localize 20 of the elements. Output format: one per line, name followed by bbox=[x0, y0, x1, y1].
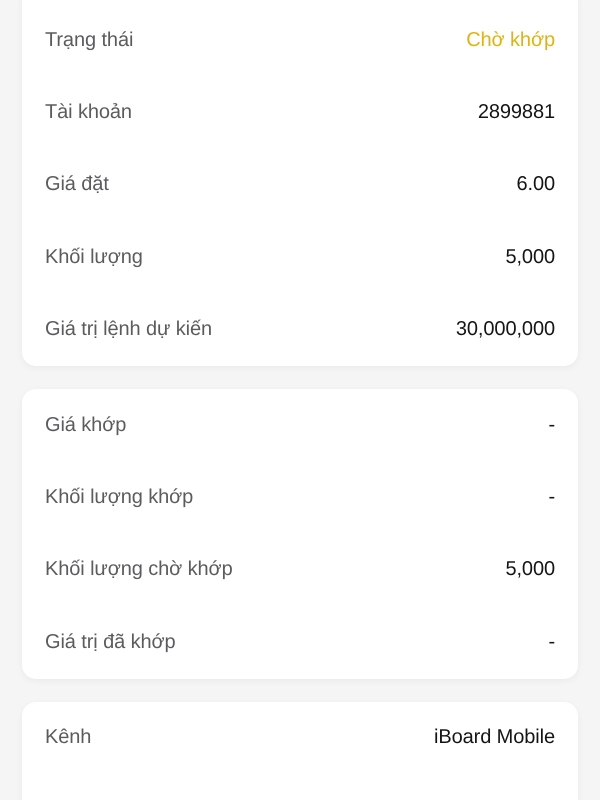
field-value: 30,000,000 bbox=[456, 318, 555, 342]
field-label: Khối lượng bbox=[45, 246, 143, 269]
field-value: - bbox=[548, 486, 555, 510]
field-label: Giá trị đã khớp bbox=[45, 630, 176, 654]
field-value: iBoard Mobile bbox=[434, 726, 555, 750]
field-label: Khối lượng chờ khớp bbox=[45, 558, 233, 582]
field-label: Tài khoản bbox=[45, 101, 132, 124]
field-label: Giá trị lệnh dự kiến bbox=[45, 318, 212, 342]
field-value: - bbox=[548, 630, 555, 654]
field-label: Kênh bbox=[45, 726, 92, 750]
field-value: - bbox=[548, 414, 555, 437]
field-label: Giá khớp bbox=[45, 414, 126, 437]
field-value: 5,000 bbox=[505, 558, 555, 582]
field-label: Giá đặt bbox=[45, 173, 109, 196]
field-label: Trạng thái bbox=[45, 28, 134, 52]
field-value: 6.00 bbox=[516, 173, 555, 196]
field-value: 2899881 bbox=[478, 101, 555, 124]
field-value: 5,000 bbox=[505, 246, 555, 269]
status-value: Chờ khớp bbox=[466, 28, 555, 52]
field-label: Khối lượng khớp bbox=[45, 486, 194, 510]
